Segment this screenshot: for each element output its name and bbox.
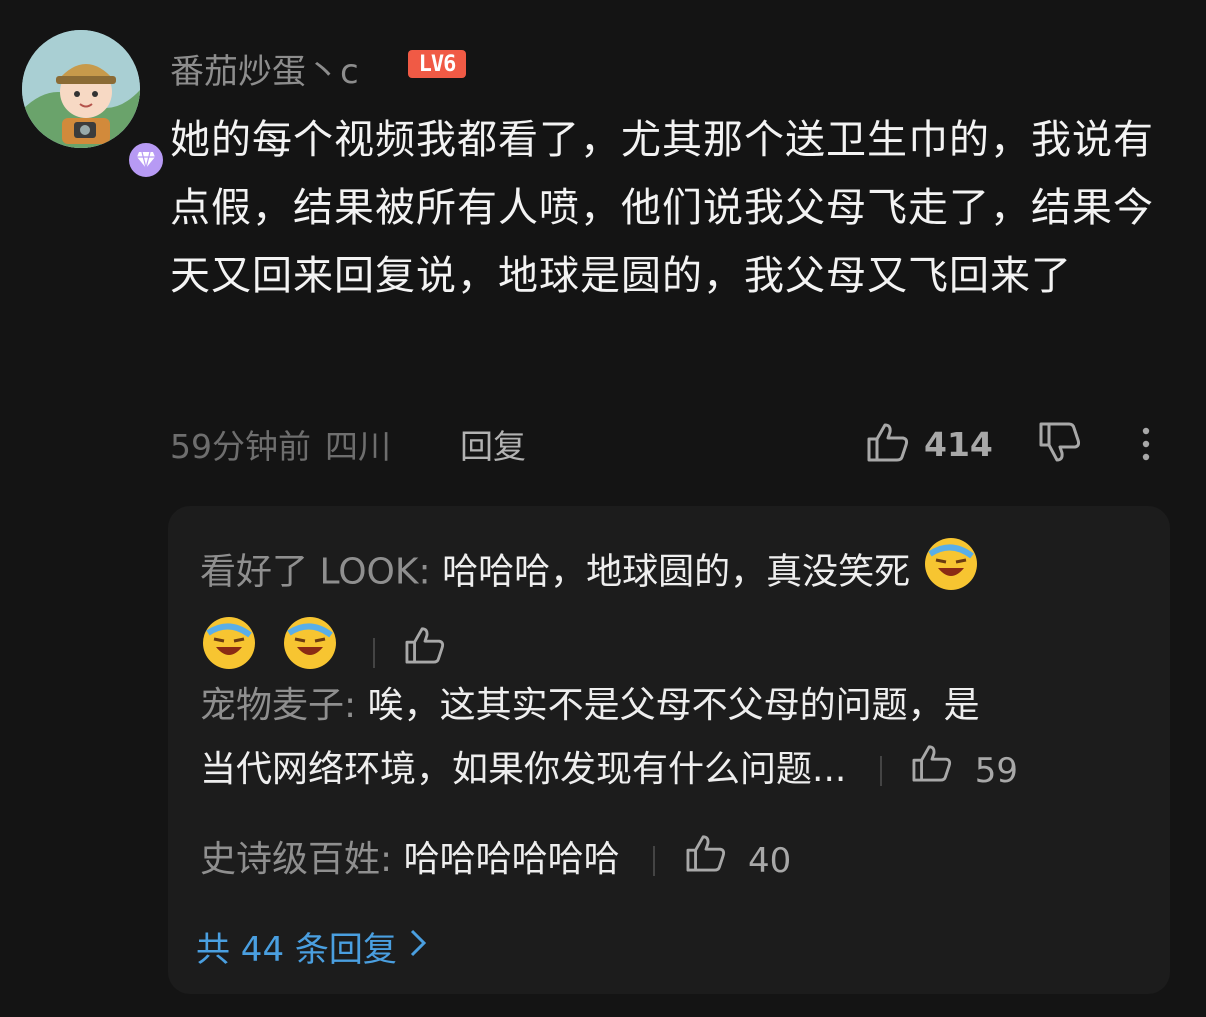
reply-text-line1: 唉，这其实不是父母不父母的问题，是 <box>367 685 980 726</box>
laugh-cry-emoji-icon <box>922 534 980 613</box>
reply-item[interactable]: 史诗级百姓: 哈哈哈哈哈哈 40 <box>200 828 1150 893</box>
comment-body[interactable]: 她的每个视频我都看了，尤其那个送卫生巾的，我说有点假，结果被所有人喷，他们说我父… <box>170 106 1160 310</box>
avatar-image <box>22 30 140 148</box>
more-replies-label: 共 44 条回复 <box>196 930 397 970</box>
dislike-button[interactable] <box>1038 420 1082 468</box>
divider <box>372 637 375 668</box>
vip-badge-icon <box>126 140 166 180</box>
reply-text-line2: 当代网络环境，如果你发现有什么问题... <box>200 749 847 790</box>
comment-location: 四川 <box>325 427 391 466</box>
thumbs-down-icon <box>1038 420 1082 468</box>
view-all-replies-link[interactable]: 共 44 条回复 <box>196 922 427 971</box>
divider <box>653 846 656 876</box>
thumbs-up-icon <box>866 422 910 466</box>
comment-meta: 59分钟前 四川 <box>170 420 391 468</box>
reply-item[interactable]: 看好了 LOOK: 哈哈哈，地球圆的，真没笑死 <box>200 534 1150 692</box>
thumbs-up-icon[interactable] <box>911 739 953 803</box>
chevron-right-icon <box>409 927 427 967</box>
reply-like-count: 40 <box>747 841 792 881</box>
reply-like-count: 59 <box>974 751 1018 791</box>
more-options-icon[interactable] <box>1130 420 1162 468</box>
reply-username[interactable]: 宠物麦子: <box>200 685 356 726</box>
reply-username[interactable]: 看好了 LOOK: <box>200 552 431 593</box>
reply-text: 哈哈哈哈哈哈 <box>403 839 620 880</box>
thumbs-up-icon[interactable] <box>685 829 727 893</box>
reply-text: 哈哈哈，地球圆的，真没笑死 <box>442 551 911 593</box>
reply-button[interactable]: 回复 <box>460 420 526 468</box>
replies-panel: 看好了 LOOK: 哈哈哈，地球圆的，真没笑死 宠物麦子: 唉，这其实不是父母不… <box>168 506 1170 994</box>
like-button[interactable]: 414 <box>866 420 993 468</box>
user-avatar[interactable] <box>22 30 166 180</box>
comment-username[interactable]: 番茄炒蛋丶c <box>170 44 359 93</box>
level-badge: LV6 <box>408 50 466 78</box>
divider <box>879 756 882 786</box>
like-count: 414 <box>924 424 993 464</box>
comment-time: 59分钟前 <box>170 427 311 466</box>
reply-username[interactable]: 史诗级百姓: <box>200 839 392 880</box>
reply-item[interactable]: 宠物麦子: 唉，这其实不是父母不父母的问题，是 当代网络环境，如果你发现有什么问… <box>200 674 1150 803</box>
